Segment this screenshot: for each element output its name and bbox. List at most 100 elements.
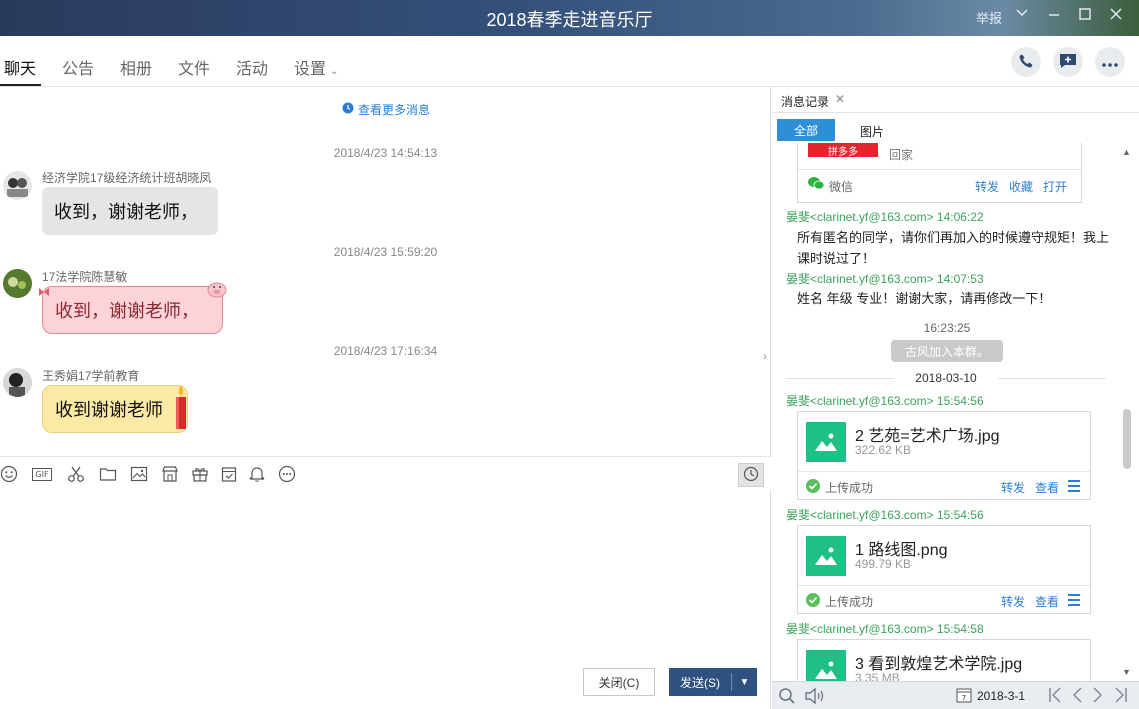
file-size: 322.62 KB xyxy=(855,443,912,457)
search-icon[interactable] xyxy=(778,687,796,708)
emoji-icon[interactable] xyxy=(0,465,18,483)
title-bar: 2018春季走进音乐厅 举报 xyxy=(0,0,1139,36)
active-tab-indicator xyxy=(0,84,41,86)
forward-link[interactable]: 转发 xyxy=(975,178,999,195)
message-bubble[interactable]: 收到，谢谢老师， xyxy=(42,286,223,334)
check-icon xyxy=(806,479,820,493)
scrollbar-thumb[interactable] xyxy=(1123,409,1131,469)
scroll-up-icon[interactable]: ▲ xyxy=(1122,147,1131,157)
avatar[interactable] xyxy=(3,171,32,200)
more-options-button[interactable] xyxy=(1095,47,1125,77)
prev-page-icon[interactable] xyxy=(1071,686,1083,709)
window-title: 2018春季走进音乐厅 xyxy=(486,10,653,30)
share-divider xyxy=(798,169,1081,170)
file-status-bar: 上传成功 转发 查看 xyxy=(798,585,1090,613)
message-bubble[interactable]: 收到，谢谢老师， xyxy=(42,187,218,235)
tab-album[interactable]: 相册 xyxy=(120,55,152,79)
view-link[interactable]: 查看 xyxy=(1035,593,1059,610)
gif-icon[interactable]: GIF xyxy=(30,465,54,483)
close-icon[interactable]: ✕ xyxy=(835,92,845,106)
image-icon[interactable] xyxy=(130,465,148,483)
candle-icon xyxy=(173,383,189,436)
message-input[interactable]: 关闭(C) 发送(S) ▼ xyxy=(0,490,771,709)
send-button[interactable]: 发送(S) ▼ xyxy=(669,668,757,696)
file-card[interactable]: 3 看到敦煌艺术学院.jpg 3.35 MB xyxy=(797,639,1091,681)
upload-status: 上传成功 xyxy=(825,481,874,495)
shop-icon[interactable] xyxy=(161,465,179,483)
new-chat-button[interactable] xyxy=(1053,47,1083,77)
bell-icon[interactable] xyxy=(248,465,266,483)
history-sender: 晏斐<clarinet.yf@163.com> 15:54:56 xyxy=(786,508,984,522)
minimize-icon[interactable] xyxy=(1047,7,1061,24)
calendar-icon[interactable]: 7 xyxy=(956,687,972,706)
tab-activity[interactable]: 活动 xyxy=(236,55,268,79)
file-card[interactable]: 2 艺苑=艺术广场.jpg 322.62 KB 上传成功 转发 查看 xyxy=(797,411,1091,500)
file-card[interactable]: 1 路线图.png 499.79 KB 上传成功 转发 查看 xyxy=(797,525,1091,614)
phone-icon xyxy=(1018,53,1034,72)
history-sender: 晏斐<clarinet.yf@163.com> 15:54:56 xyxy=(786,394,984,408)
more-icon[interactable] xyxy=(278,465,296,483)
chevron-down-icon[interactable]: ▼ xyxy=(732,677,757,688)
scroll-down-icon[interactable]: ▼ xyxy=(1122,667,1131,677)
tab-files[interactable]: 文件 xyxy=(178,55,210,79)
file-status-bar: 上传成功 转发 查看 xyxy=(798,471,1090,499)
tab-settings-label: 设置 xyxy=(294,61,327,78)
system-notice: 古风加入本群。 xyxy=(891,340,1003,362)
maximize-icon[interactable] xyxy=(1078,7,1092,24)
group-tabs: 聊天 公告 相册 文件 活动 设置 ⌄ xyxy=(0,36,1139,87)
history-sender: 晏斐<clarinet.yf@163.com> 15:54:58 xyxy=(786,622,984,636)
message-history-button[interactable] xyxy=(738,463,764,487)
speaker-icon[interactable] xyxy=(804,687,826,708)
message-bubble[interactable]: 收到谢谢老师 xyxy=(42,385,188,433)
history-sender: 晏斐<clarinet.yf@163.com> 14:06:22 xyxy=(786,210,984,224)
image-file-icon xyxy=(806,536,846,576)
gift-icon[interactable] xyxy=(191,465,209,483)
phone-call-button[interactable] xyxy=(1011,47,1041,77)
check-icon xyxy=(806,593,820,607)
history-tab-header: 消息记录 ✕ xyxy=(772,87,1139,113)
history-scrollbar[interactable]: ▲ ▼ xyxy=(1120,147,1134,677)
clock-icon xyxy=(342,102,354,117)
last-page-icon[interactable] xyxy=(1114,686,1128,709)
filter-images-button[interactable]: 图片 xyxy=(860,123,884,140)
tab-chat[interactable]: 聊天 xyxy=(4,55,36,79)
close-icon[interactable] xyxy=(1109,7,1123,24)
open-link[interactable]: 打开 xyxy=(1043,178,1067,195)
report-link[interactable]: 举报 xyxy=(976,8,1002,27)
tab-settings[interactable]: 设置 ⌄ xyxy=(294,55,338,79)
filter-all-button[interactable]: 全部 xyxy=(777,119,835,141)
menu-icon[interactable] xyxy=(1068,594,1080,609)
message-timestamp: 2018/4/23 14:54:13 xyxy=(333,146,438,160)
favorite-link[interactable]: 收藏 xyxy=(1009,178,1033,195)
avatar[interactable] xyxy=(3,269,32,298)
chevron-down-icon[interactable] xyxy=(1015,6,1029,23)
avatar[interactable] xyxy=(3,368,32,397)
history-tab-title[interactable]: 消息记录 xyxy=(781,93,829,110)
next-page-icon[interactable] xyxy=(1092,686,1104,709)
calendar-check-icon[interactable] xyxy=(220,465,238,483)
message-timestamp: 2018/4/23 15:59:20 xyxy=(333,245,438,259)
date-separator: 2018-03-10 xyxy=(786,371,1106,385)
history-message-text: 所有匿名的同学，请你们再加入的时候遵守规矩！我上课时说过了！ xyxy=(797,230,1110,266)
forward-link[interactable]: 转发 xyxy=(1001,479,1025,496)
history-time: 16:23:25 xyxy=(923,321,971,335)
chat-message-list[interactable]: 查看更多消息 2018/4/23 14:54:13 经济学院17级经济统计班胡晓… xyxy=(0,87,771,456)
view-link[interactable]: 查看 xyxy=(1035,479,1059,496)
panel-collapse-icon[interactable]: › xyxy=(763,349,767,363)
date-picker-value[interactable]: 2018-3-1 xyxy=(977,689,1025,703)
bow-icon xyxy=(38,286,50,301)
close-button[interactable]: 关闭(C) xyxy=(583,668,655,696)
view-more-messages-link[interactable]: 查看更多消息 xyxy=(342,101,430,118)
share-card[interactable]: 拼多多 回家 微信 转发 收藏 打开 xyxy=(797,143,1082,203)
first-page-icon[interactable] xyxy=(1048,686,1062,709)
tab-announcement[interactable]: 公告 xyxy=(62,55,94,79)
forward-link[interactable]: 转发 xyxy=(1001,593,1025,610)
svg-text:7: 7 xyxy=(962,694,966,702)
view-more-label: 查看更多消息 xyxy=(358,103,431,117)
folder-icon[interactable] xyxy=(99,465,117,483)
scissors-icon[interactable] xyxy=(67,465,85,483)
message-timestamp: 2018/4/23 17:16:34 xyxy=(333,344,438,358)
chevron-down-icon: ⌄ xyxy=(330,66,339,77)
share-caption: 回家 xyxy=(889,148,914,162)
menu-icon[interactable] xyxy=(1068,480,1080,495)
